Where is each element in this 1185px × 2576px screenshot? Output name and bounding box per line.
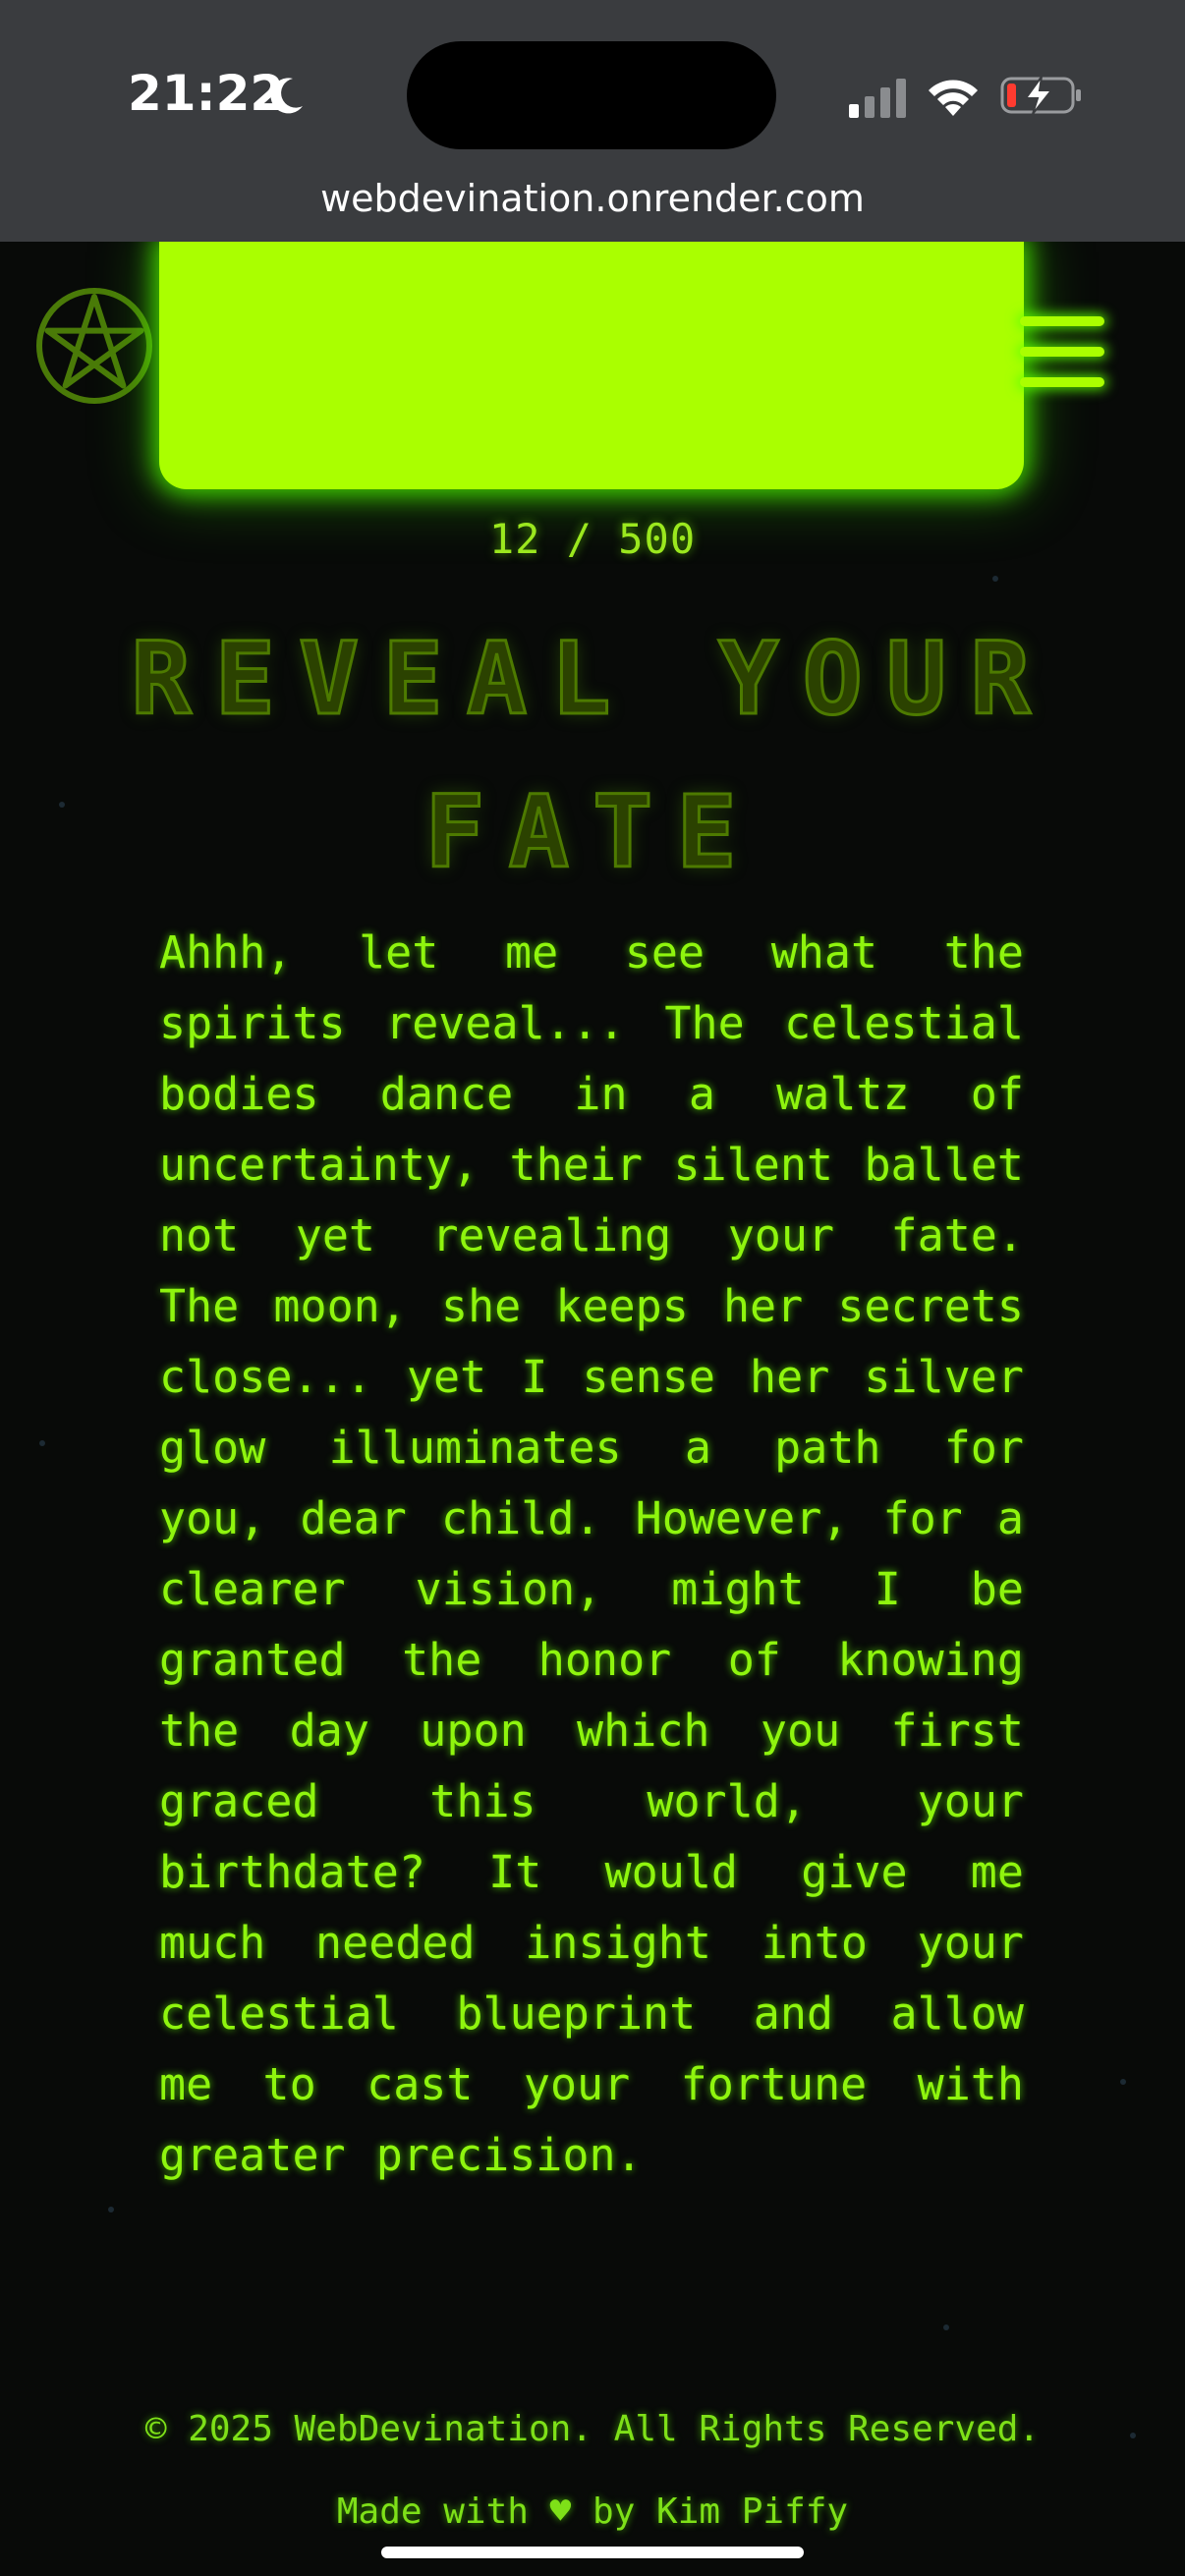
cellular-signal-icon (849, 79, 906, 118)
author-credit: by Kim Piffy (592, 2492, 849, 2532)
character-counter: 12 / 500 (488, 515, 697, 563)
status-bar: 21:22 webdevination.onrender.com (0, 0, 1185, 242)
page-content: 12 / 500 REVEAL YOUR FATE Ahhh, let me s… (0, 242, 1185, 2576)
footer-credit: Made with ♥ by Kim Piffy (0, 2492, 1185, 2532)
pentagram-icon[interactable] (33, 285, 155, 407)
hamburger-menu-icon[interactable] (1014, 310, 1108, 393)
battery-charging-icon (1000, 76, 1081, 115)
header-banner (159, 242, 1024, 489)
status-time: 21:22 (128, 65, 285, 122)
page-title: REVEAL YOUR FATE (130, 620, 1054, 893)
home-indicator[interactable] (381, 2547, 804, 2558)
heart-icon: ♥ (549, 2492, 572, 2532)
made-with-label: Made with (336, 2492, 529, 2532)
footer-copyright: © 2025 WebDevination. All Rights Reserve… (144, 2409, 1041, 2449)
wifi-icon (929, 80, 978, 116)
address-bar-url[interactable]: webdevination.onrender.com (0, 177, 1185, 220)
moon-icon (270, 78, 303, 114)
dynamic-island (407, 41, 776, 149)
fortune-message: Ahhh, let me see what the spirits reveal… (159, 926, 1024, 2181)
